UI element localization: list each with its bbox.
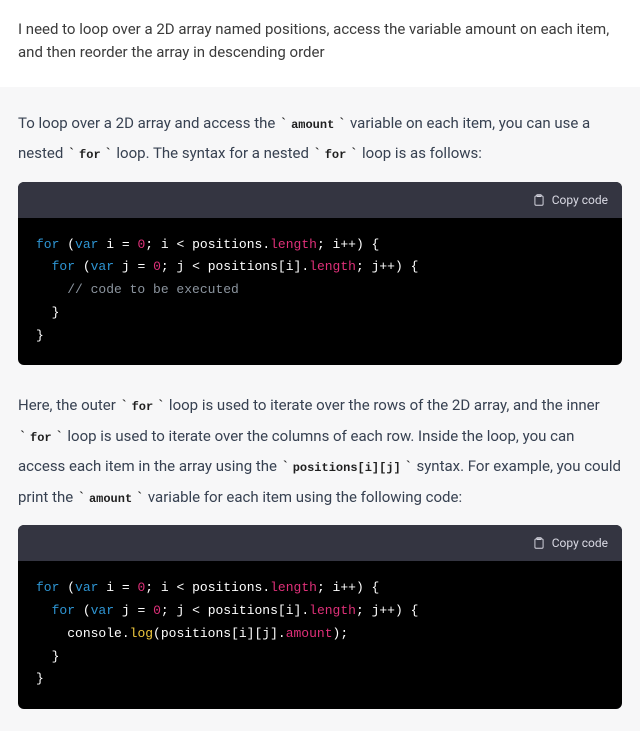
- user-prompt-text: I need to loop over a 2D array named pos…: [18, 20, 609, 61]
- assistant-paragraph-1: To loop over a 2D array and access the `…: [18, 109, 622, 170]
- text: loop is as follows:: [358, 144, 482, 162]
- copy-code-button[interactable]: Copy code: [532, 193, 608, 207]
- code-block-1: Copy code for (var i = 0; i < positions.…: [18, 182, 622, 366]
- copy-code-label: Copy code: [552, 193, 608, 207]
- inline-code: positions[i][j]: [290, 460, 404, 476]
- code-block-2: Copy code for (var i = 0; i < positions.…: [18, 525, 622, 709]
- text: variable for each item using the followi…: [144, 488, 462, 506]
- inline-code: amount: [288, 117, 337, 133]
- inline-code: for: [76, 147, 104, 163]
- user-message: I need to loop over a 2D array named pos…: [0, 0, 640, 87]
- code-header: Copy code: [18, 525, 622, 561]
- clipboard-icon: [532, 193, 546, 207]
- code-body: for (var i = 0; i < positions.length; i+…: [18, 561, 622, 709]
- text: To loop over a 2D array and access the: [18, 114, 279, 132]
- inline-code: for: [322, 147, 350, 163]
- copy-code-label: Copy code: [552, 536, 608, 550]
- inline-code: for: [129, 399, 157, 415]
- text: Here, the outer: [18, 396, 120, 414]
- assistant-message: To loop over a 2D array and access the `…: [0, 87, 640, 731]
- text: loop is used to iterate over the rows of…: [165, 396, 600, 414]
- clipboard-icon: [532, 536, 546, 550]
- inline-code: for: [27, 430, 55, 446]
- copy-code-button[interactable]: Copy code: [532, 536, 608, 550]
- assistant-paragraph-2: Here, the outer `for` loop is used to it…: [18, 391, 622, 513]
- text: loop. The syntax for a nested: [113, 144, 313, 162]
- inline-code: amount: [86, 491, 135, 507]
- code-body: for (var i = 0; i < positions.length; i+…: [18, 218, 622, 366]
- code-header: Copy code: [18, 182, 622, 218]
